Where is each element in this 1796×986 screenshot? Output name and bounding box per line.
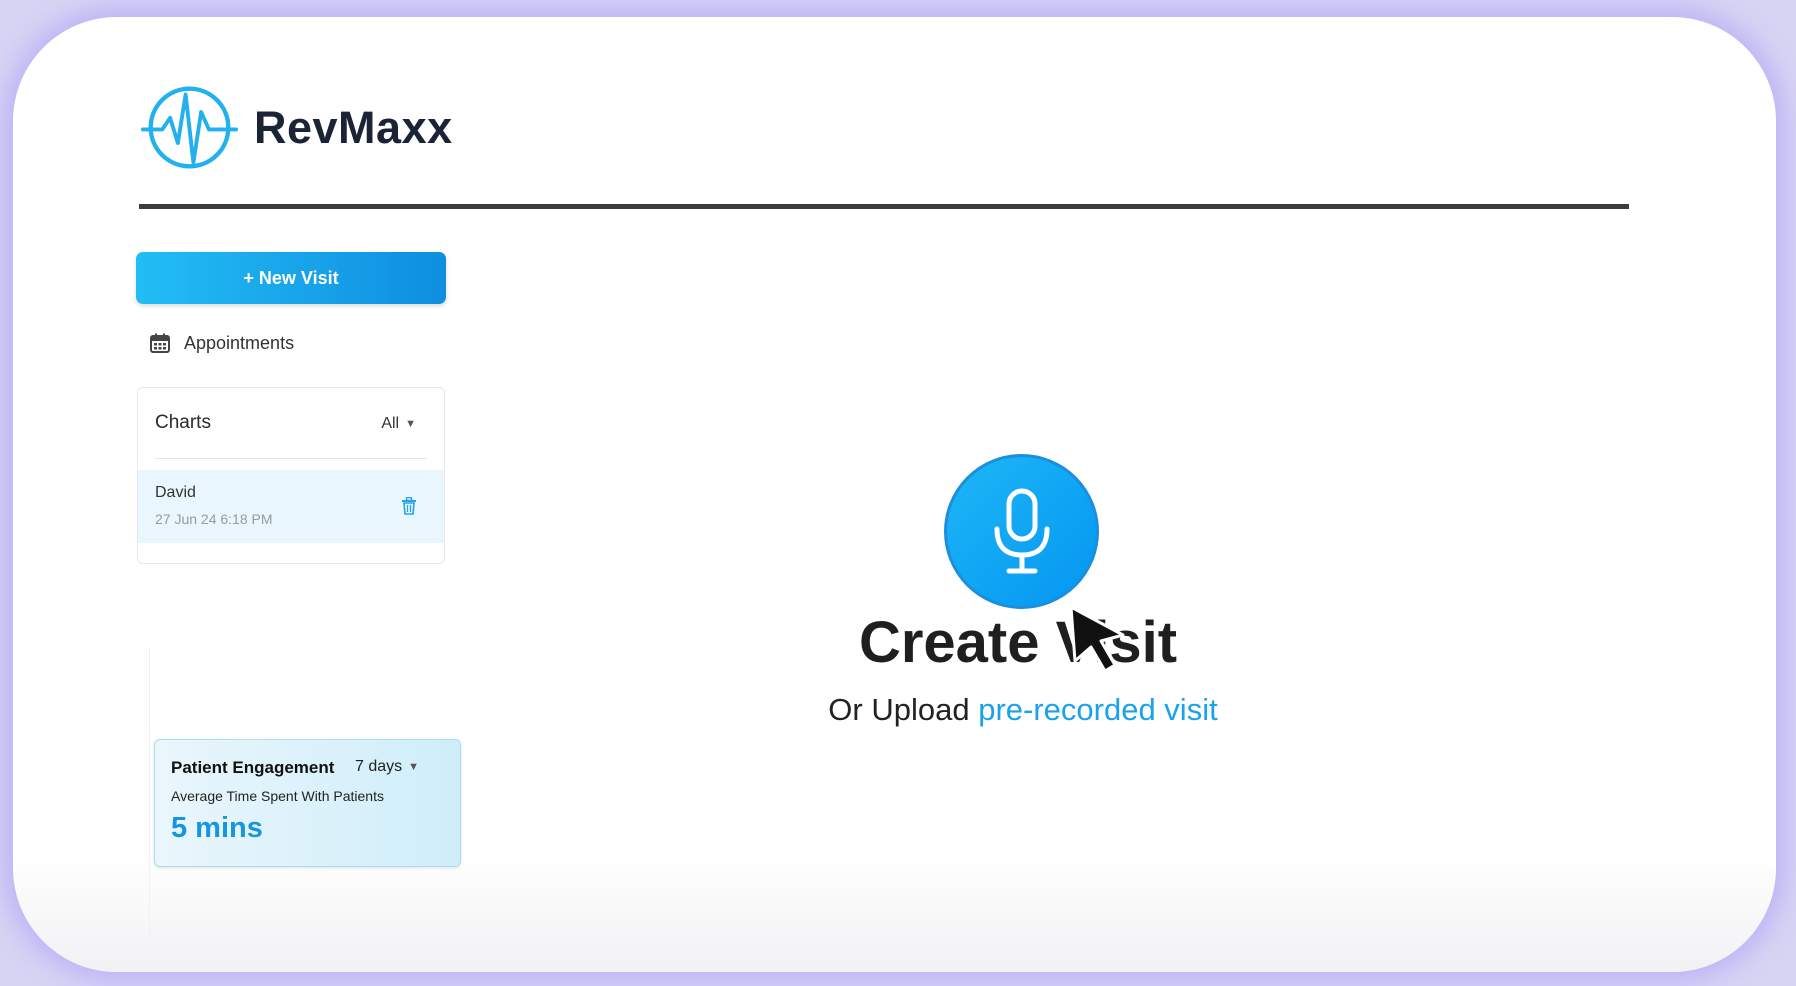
engagement-range-dropdown[interactable]: 7 days ▼ — [355, 758, 419, 776]
sidebar-item-appointments[interactable]: Appointments — [149, 332, 294, 354]
chevron-down-icon: ▼ — [408, 761, 420, 773]
engagement-metric-value: 5 mins — [171, 812, 263, 844]
upload-prefix: Or Upload — [828, 692, 970, 727]
brand-name: RevMaxx — [254, 101, 453, 153]
sidebar-edge — [149, 647, 150, 972]
chart-patient-name: David — [155, 484, 196, 501]
charts-panel: Charts All ▼ David 27 Jun 24 6:18 PM — [137, 387, 445, 564]
microphone-icon — [994, 488, 1049, 573]
bottom-fade — [13, 852, 1776, 972]
charts-filter-value: All — [381, 415, 400, 432]
trash-icon[interactable] — [401, 497, 417, 515]
engagement-metric-label: Average Time Spent With Patients — [171, 788, 384, 804]
record-mic-button[interactable] — [944, 454, 1099, 609]
engagement-title: Patient Engagement — [171, 758, 335, 777]
charts-divider — [155, 458, 427, 459]
upload-recorded-visit-link[interactable]: pre-recorded visit — [978, 692, 1217, 727]
mouse-cursor-icon — [1069, 605, 1125, 673]
appointments-label: Appointments — [184, 332, 295, 353]
create-visit-heading: Create Visit — [858, 610, 1178, 675]
header-divider — [139, 204, 1629, 209]
chart-date: 27 Jun 24 6:18 PM — [155, 511, 273, 527]
app-window: RevMaxx + New Visit Appointments Charts … — [13, 17, 1776, 972]
chart-list-item[interactable]: David 27 Jun 24 6:18 PM — [138, 470, 444, 543]
chevron-down-icon: ▼ — [405, 418, 416, 430]
calendar-icon — [150, 333, 170, 353]
heartbeat-logo-icon — [141, 86, 238, 169]
new-visit-button[interactable]: + New Visit — [136, 252, 446, 304]
charts-filter-dropdown[interactable]: All ▼ — [381, 415, 416, 433]
engagement-range-value: 7 days — [355, 758, 403, 775]
upload-line: Or Upload pre-recorded visit — [783, 692, 1263, 728]
charts-title: Charts — [155, 412, 211, 433]
patient-engagement-card: Patient Engagement 7 days ▼ Average Time… — [154, 739, 461, 867]
logo[interactable]: RevMaxx — [141, 79, 453, 176]
